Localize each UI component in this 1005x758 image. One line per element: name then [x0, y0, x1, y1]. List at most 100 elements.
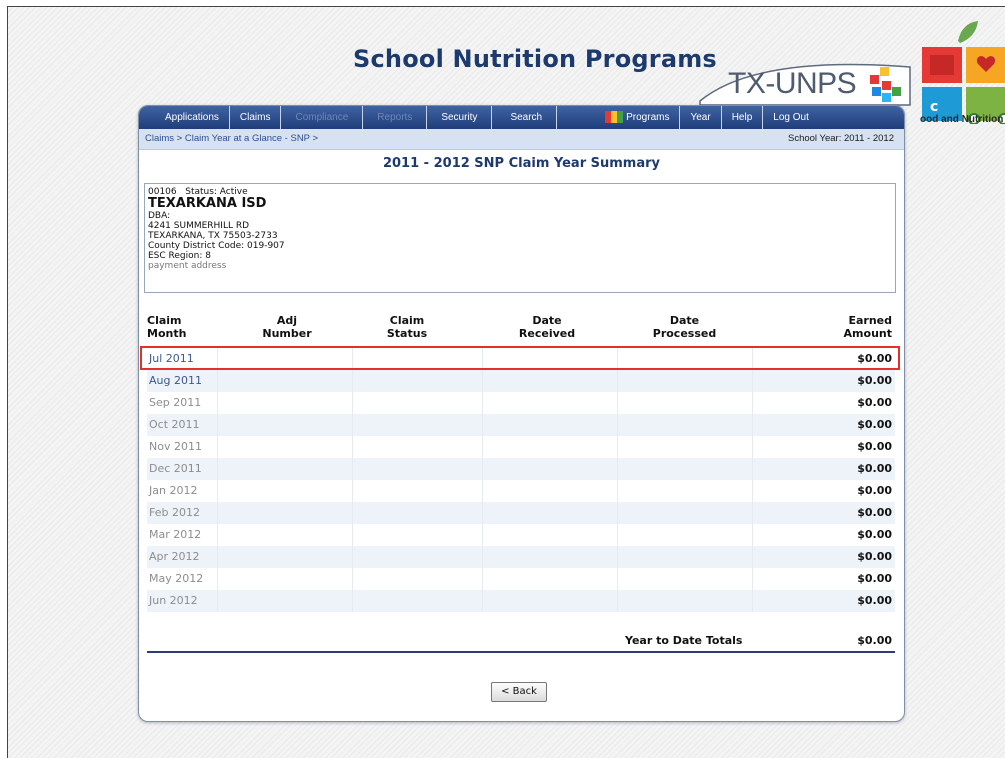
table-row: Jun 2012 $0.00: [147, 590, 895, 612]
earned-amount: $0.00: [857, 506, 892, 519]
column-divider: [217, 414, 218, 436]
column-divider: [352, 568, 353, 590]
table-row: Nov 2011 $0.00: [147, 436, 895, 458]
nav-logout[interactable]: Log Out: [763, 106, 819, 129]
breadcrumb-separator: >: [176, 133, 183, 144]
nav-year[interactable]: Year: [680, 106, 722, 129]
column-divider: [482, 502, 483, 524]
table-row: Jan 2012 $0.00: [147, 480, 895, 502]
column-divider: [217, 392, 218, 414]
programs-grid-icon: [605, 111, 624, 124]
column-divider: [482, 480, 483, 502]
page-title: 2011 - 2012 SNP Claim Year Summary: [382, 156, 661, 171]
table-row: Apr 2012 $0.00: [147, 546, 895, 568]
header-claim-month: Claim Month: [147, 314, 186, 340]
column-divider: [352, 370, 353, 392]
earned-amount: $0.00: [857, 572, 892, 585]
sponsor-esc-region: ESC Region: 8: [148, 251, 211, 261]
main-panel: Applications Claims Compliance Reports S…: [138, 105, 905, 722]
earned-amount: $0.00: [857, 462, 892, 475]
claims-table-body: Jul 2011 $0.00 Aug 2011 $0.00 Sep 2011 $0.00 O…: [140, 346, 900, 612]
nav-claims[interactable]: Claims: [230, 106, 282, 129]
table-row[interactable]: Jul 2011 $0.00: [140, 346, 900, 370]
nav-search[interactable]: Search: [492, 106, 558, 129]
column-divider: [482, 370, 483, 392]
nav-programs[interactable]: Programs: [557, 106, 681, 129]
earned-amount: $0.00: [857, 594, 892, 607]
header-claim-month-line1: Claim: [147, 314, 182, 327]
nav-security[interactable]: Security: [427, 106, 493, 129]
column-divider: [352, 392, 353, 414]
site-title: School Nutrition Programs: [353, 45, 717, 73]
column-divider: [752, 392, 753, 414]
column-divider: [617, 546, 618, 568]
column-divider: [617, 458, 618, 480]
brand-name: TX-UNPS: [728, 67, 857, 100]
column-divider: [752, 458, 753, 480]
breadcrumb-bar: Claims > Claim Year at a Glance - SNP > …: [139, 129, 904, 150]
column-divider: [482, 458, 483, 480]
claims-table-header: Claim Month Adj Number Claim Status Date…: [147, 310, 895, 348]
column-divider: [217, 546, 218, 568]
screen-frame: School Nutrition Programs TX-UNPS c ood …: [7, 6, 1005, 758]
column-divider: [352, 480, 353, 502]
column-divider: [617, 590, 618, 612]
column-divider: [752, 590, 753, 612]
column-divider: [482, 414, 483, 436]
header-earned-amount-line1: Earned: [848, 314, 892, 327]
earned-amount: $0.00: [857, 528, 892, 541]
nav-programs-label: Programs: [626, 112, 670, 123]
earned-amount: $0.00: [857, 418, 892, 431]
header-date-processed: Date Processed: [637, 314, 732, 340]
column-divider: [617, 392, 618, 414]
column-divider: [217, 524, 218, 546]
earned-amount: $0.00: [857, 374, 892, 387]
column-divider: [752, 370, 753, 392]
header-date-received-line1: Date: [532, 314, 562, 327]
column-divider: [482, 436, 483, 458]
column-divider: [352, 502, 353, 524]
header-adj-number-line2: Number: [262, 327, 312, 340]
column-divider: [752, 546, 753, 568]
earned-amount: $0.00: [857, 484, 892, 497]
column-divider: [752, 568, 753, 590]
breadcrumb-claims[interactable]: Claims: [145, 133, 174, 144]
table-row[interactable]: Aug 2011 $0.00: [147, 370, 895, 392]
table-row: Sep 2011 $0.00: [147, 392, 895, 414]
header-claim-status: Claim Status: [362, 314, 452, 340]
column-divider: [352, 590, 353, 612]
header-date-processed-line2: Processed: [652, 327, 717, 340]
claim-month: Sep 2011: [149, 396, 202, 409]
earned-amount: $0.00: [857, 440, 892, 453]
earned-amount: $0.00: [857, 396, 892, 409]
header-claim-status-line2: Status: [386, 327, 428, 340]
earned-amount: $0.00: [857, 550, 892, 563]
column-divider: [217, 370, 218, 392]
totals-label: Year to Date Totals: [625, 634, 743, 647]
nav-help[interactable]: Help: [722, 106, 764, 129]
breadcrumb-claim-year[interactable]: Claim Year at a Glance - SNP: [185, 133, 310, 144]
nav-applications[interactable]: Applications: [139, 106, 230, 129]
column-divider: [617, 524, 618, 546]
claim-month[interactable]: Aug 2011: [149, 370, 202, 392]
header-claim-month-line2: Month: [147, 327, 187, 340]
column-divider: [752, 480, 753, 502]
svg-text:c: c: [930, 99, 938, 115]
column-divider: [617, 370, 618, 392]
breadcrumb-trail-end: >: [312, 133, 319, 144]
back-button[interactable]: < Back: [491, 682, 547, 702]
agency-logo-icon: c: [922, 21, 1005, 124]
sponsor-address-line2: TEXARKANA, TX 75503-2733: [148, 231, 278, 241]
column-divider: [217, 590, 218, 612]
sponsor-name: TEXARKANA ISD: [148, 196, 267, 211]
claim-month: Jan 2012: [149, 484, 198, 497]
table-row: Oct 2011 $0.00: [147, 414, 895, 436]
column-divider: [617, 480, 618, 502]
claim-month: Apr 2012: [149, 550, 200, 563]
header-date-received-line2: Received: [518, 327, 576, 340]
header-claim-status-line1: Claim: [389, 314, 425, 327]
column-divider: [217, 568, 218, 590]
column-divider: [352, 458, 353, 480]
column-divider: [617, 568, 618, 590]
column-divider: [352, 524, 353, 546]
